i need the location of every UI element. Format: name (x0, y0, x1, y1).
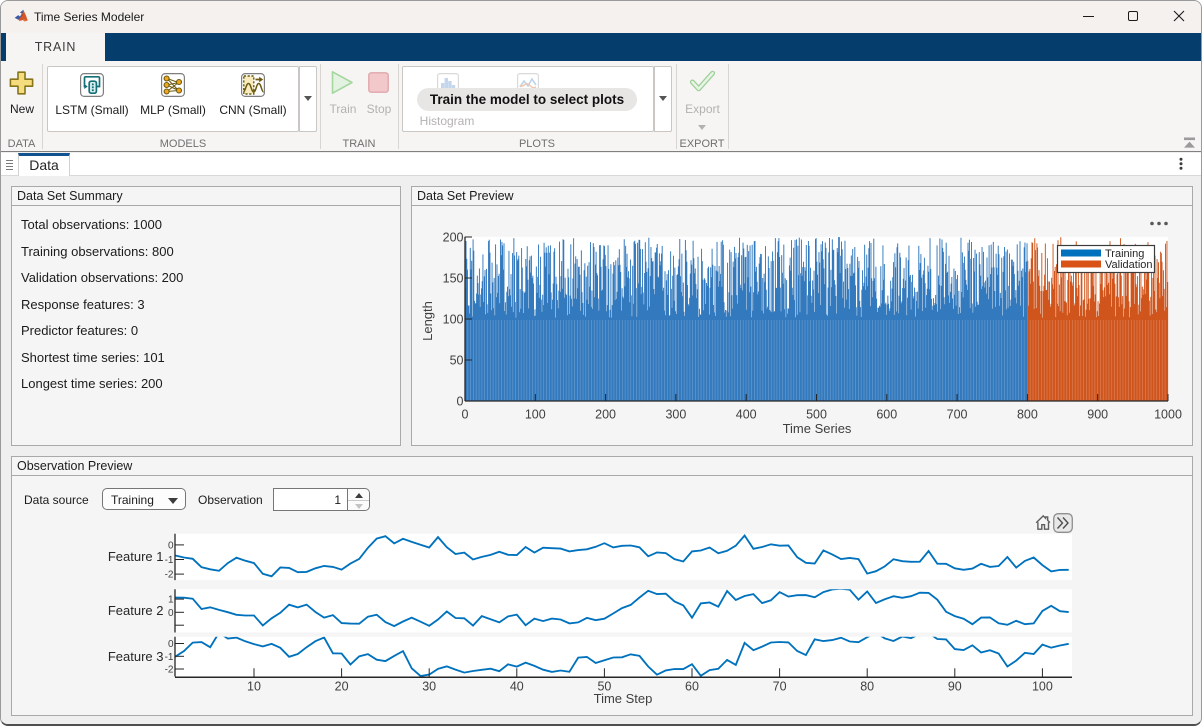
svg-text:90: 90 (948, 680, 962, 694)
svg-text:0: 0 (462, 408, 469, 422)
svg-text:0: 0 (168, 639, 174, 650)
svg-text:Feature 1: Feature 1 (108, 549, 164, 564)
svg-text:10: 10 (247, 680, 261, 694)
svg-text:Time Series: Time Series (783, 421, 852, 436)
svg-text:800: 800 (1017, 408, 1038, 422)
svg-text:-2: -2 (165, 570, 174, 581)
svg-text:900: 900 (1087, 408, 1108, 422)
svg-text:30: 30 (422, 680, 436, 694)
svg-text:20: 20 (335, 680, 349, 694)
svg-text:1000: 1000 (1154, 408, 1182, 422)
svg-text:300: 300 (665, 408, 686, 422)
svg-text:600: 600 (876, 408, 897, 422)
svg-text:500: 500 (806, 408, 827, 422)
svg-text:0: 0 (457, 394, 464, 408)
svg-text:200: 200 (595, 408, 616, 422)
svg-text:-1: -1 (165, 555, 174, 566)
svg-text:Feature 2: Feature 2 (108, 603, 164, 618)
svg-text:700: 700 (947, 408, 968, 422)
svg-text:100: 100 (1032, 680, 1053, 694)
svg-text:0: 0 (168, 608, 174, 619)
svg-text:Time Step: Time Step (594, 691, 653, 706)
svg-text:Feature 3: Feature 3 (108, 649, 164, 664)
svg-text:200: 200 (443, 230, 464, 244)
svg-text:Validation: Validation (1105, 259, 1153, 271)
svg-text:100: 100 (443, 312, 464, 326)
svg-text:400: 400 (736, 408, 757, 422)
svg-text:70: 70 (773, 680, 787, 694)
svg-text:-2: -2 (165, 665, 174, 676)
svg-text:60: 60 (685, 680, 699, 694)
svg-text:0: 0 (168, 541, 174, 552)
svg-text:50: 50 (450, 353, 464, 367)
svg-text:40: 40 (510, 680, 524, 694)
svg-text:100: 100 (525, 408, 546, 422)
svg-text:-1: -1 (165, 652, 174, 663)
svg-text:Length: Length (420, 301, 435, 341)
svg-text:1: 1 (168, 595, 174, 606)
svg-text:150: 150 (443, 271, 464, 285)
svg-text:80: 80 (860, 680, 874, 694)
